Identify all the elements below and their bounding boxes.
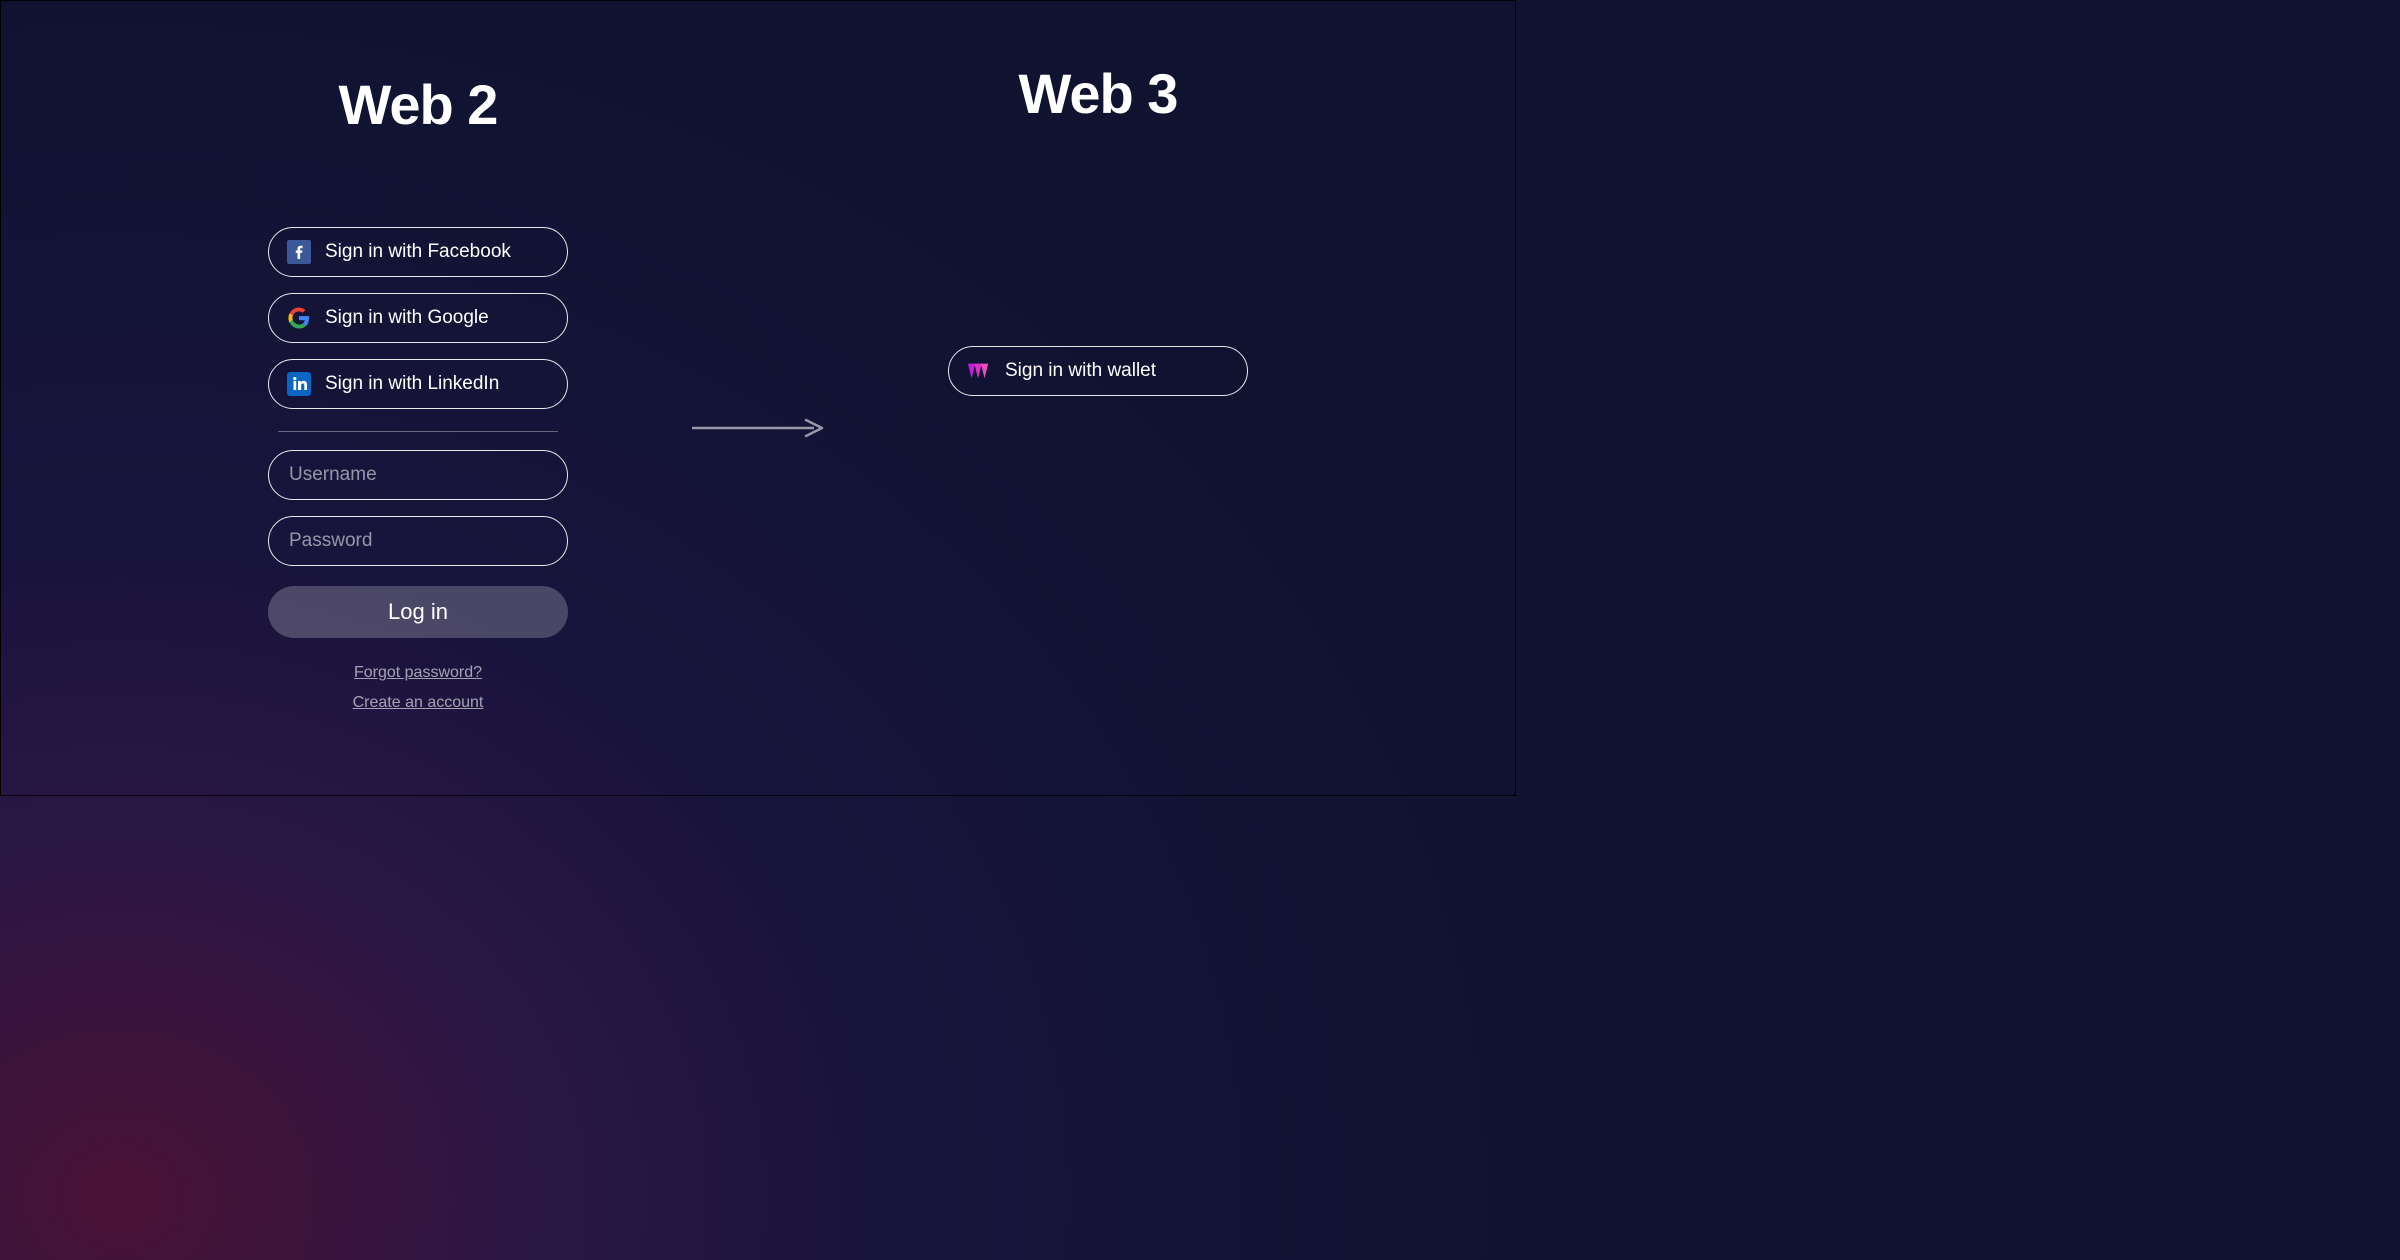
login-button[interactable]: Log in bbox=[268, 586, 568, 638]
signin-facebook-button[interactable]: Sign in with Facebook bbox=[268, 227, 568, 277]
web2-column: Web 2 Sign in with Facebook Sign in bbox=[228, 72, 608, 724]
signin-linkedin-label: Sign in with LinkedIn bbox=[325, 373, 549, 395]
signin-linkedin-button[interactable]: Sign in with LinkedIn bbox=[268, 359, 568, 409]
web3-column: Web 3 Sign in with wallet bbox=[908, 61, 1288, 736]
signin-google-label: Sign in with Google bbox=[325, 307, 549, 329]
facebook-icon bbox=[287, 240, 311, 264]
signin-facebook-label: Sign in with Facebook bbox=[325, 241, 549, 263]
username-input[interactable] bbox=[268, 450, 568, 500]
web3-heading: Web 3 bbox=[1019, 61, 1178, 126]
comparison-diagram: Web 2 Sign in with Facebook Sign in bbox=[1, 1, 1515, 795]
divider bbox=[278, 431, 558, 432]
web2-stack: Sign in with Facebook Sign in with Googl… bbox=[268, 227, 568, 724]
signin-wallet-button[interactable]: Sign in with wallet bbox=[948, 346, 1248, 396]
arrow-transition bbox=[688, 418, 828, 438]
google-icon bbox=[287, 306, 311, 330]
web2-heading: Web 2 bbox=[339, 72, 498, 137]
wallet-icon bbox=[967, 359, 991, 383]
password-input[interactable] bbox=[268, 516, 568, 566]
signin-google-button[interactable]: Sign in with Google bbox=[268, 293, 568, 343]
forgot-password-link[interactable]: Forgot password? bbox=[354, 664, 482, 682]
web3-stack: Sign in with wallet bbox=[948, 216, 1248, 736]
linkedin-icon bbox=[287, 372, 311, 396]
arrow-right-icon bbox=[688, 418, 828, 438]
create-account-link[interactable]: Create an account bbox=[353, 694, 484, 712]
signin-wallet-label: Sign in with wallet bbox=[1005, 360, 1229, 382]
